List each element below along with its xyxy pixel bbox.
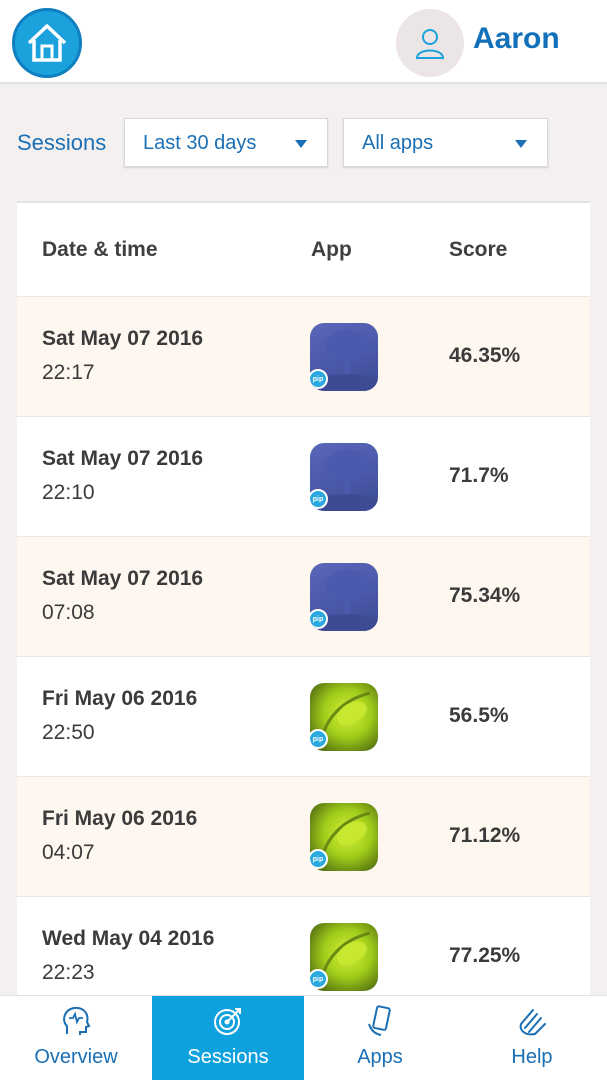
tab-sessions[interactable]: Sessions: [152, 996, 304, 1080]
tab-apps[interactable]: Apps: [304, 996, 456, 1080]
session-date: Wed May 04 2016: [42, 927, 215, 950]
session-score: 75.34%: [449, 584, 521, 607]
session-filters: Sessions Last 30 days All apps: [0, 118, 607, 168]
app-header: Aaron: [0, 0, 607, 84]
app-filter-value: All apps: [362, 132, 434, 154]
target-icon: [214, 1008, 241, 1035]
session-score: 71.12%: [449, 824, 521, 847]
date-range-value: Last 30 days: [143, 132, 257, 154]
date-range-select[interactable]: Last 30 days: [124, 118, 328, 167]
session-time: 04:07: [42, 841, 95, 864]
sessions-table: Date & time App Score Sat May 07 2016 22…: [17, 201, 590, 995]
tab-help-label: Help: [511, 1046, 553, 1068]
bottom-nav: Overview Sessions Apps Help: [0, 995, 607, 1080]
username[interactable]: Aaron: [473, 22, 560, 56]
table-row[interactable]: Wed May 04 2016 22:23 pip 77.25%: [17, 896, 590, 995]
head-icon: [63, 1006, 91, 1035]
table-row[interactable]: Fri May 06 2016 22:50 pip 56.5%: [17, 656, 590, 776]
tree-app-icon: pip: [310, 563, 378, 631]
sessions-label: Sessions: [17, 130, 107, 155]
phone-hand-icon: [368, 1005, 391, 1036]
app-filter-select[interactable]: All apps: [343, 118, 548, 167]
avatar[interactable]: [396, 9, 464, 77]
house-icon: [27, 24, 67, 62]
tab-overview[interactable]: Overview: [0, 996, 152, 1080]
table-header: Date & time App Score: [17, 203, 590, 296]
tab-sessions-label: Sessions: [187, 1046, 269, 1068]
caret-down-icon: [515, 140, 527, 148]
user-icon: [415, 29, 445, 59]
session-time: 22:10: [42, 481, 95, 504]
session-time: 22:50: [42, 721, 95, 744]
session-date: Fri May 06 2016: [42, 807, 198, 830]
column-header-score: Score: [449, 238, 508, 261]
session-score: 77.25%: [449, 944, 521, 967]
caret-down-icon: [295, 140, 307, 148]
tab-apps-label: Apps: [357, 1046, 403, 1068]
session-time: 07:08: [42, 601, 95, 624]
table-row[interactable]: Fri May 06 2016 04:07 pip 71.12%: [17, 776, 590, 896]
session-date: Fri May 06 2016: [42, 687, 198, 710]
column-header-date: Date & time: [42, 238, 158, 261]
hand-icon: [519, 1009, 546, 1036]
table-row[interactable]: Sat May 07 2016 22:17 pip 46.35%: [17, 296, 590, 416]
tree-app-icon: pip: [310, 443, 378, 511]
column-header-app: App: [311, 238, 352, 261]
session-date: Sat May 07 2016: [42, 447, 204, 470]
leaf-app-icon: pip: [310, 803, 378, 871]
session-time: 22:23: [42, 961, 95, 984]
session-time: 22:17: [42, 361, 95, 384]
home-button[interactable]: [12, 8, 82, 78]
tab-help[interactable]: Help: [456, 996, 607, 1080]
table-row[interactable]: Sat May 07 2016 22:10 pip 71.7%: [17, 416, 590, 536]
session-score: 71.7%: [449, 464, 509, 487]
session-date: Sat May 07 2016: [42, 327, 204, 350]
leaf-app-icon: pip: [310, 683, 378, 751]
session-score: 56.5%: [449, 704, 509, 727]
session-date: Sat May 07 2016: [42, 567, 204, 590]
table-row[interactable]: Sat May 07 2016 07:08 pip 75.34%: [17, 536, 590, 656]
session-score: 46.35%: [449, 344, 521, 367]
leaf-app-icon: pip: [310, 923, 378, 991]
tab-overview-label: Overview: [34, 1046, 118, 1068]
tree-app-icon: pip: [310, 323, 378, 391]
